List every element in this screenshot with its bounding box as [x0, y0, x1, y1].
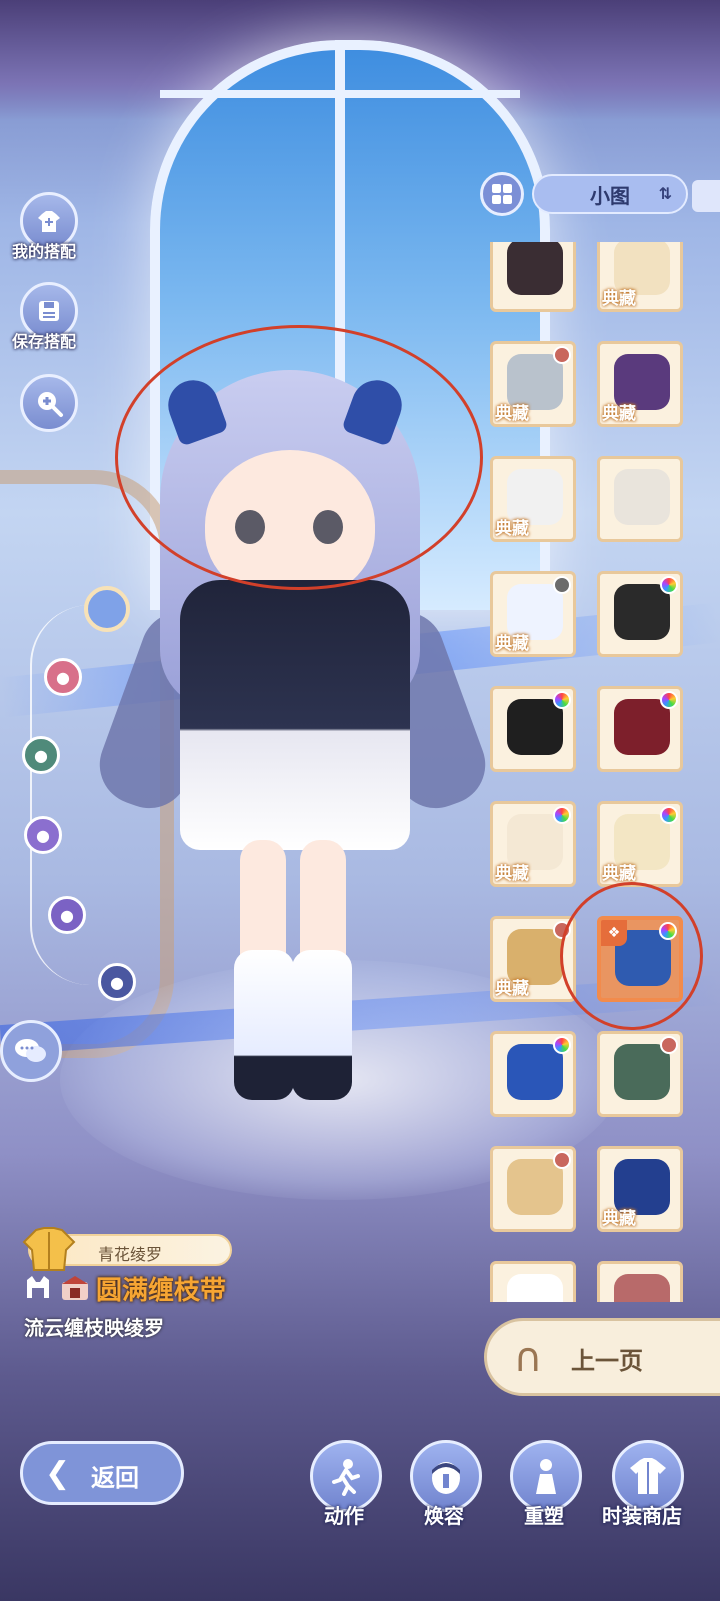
makeover-label: 焕容	[424, 1504, 464, 1528]
reshape-label: 重塑	[524, 1504, 564, 1528]
item-thumbnail	[507, 242, 563, 295]
jacket-icon	[22, 1227, 76, 1271]
color-variant-dot	[553, 346, 571, 364]
view-size-toggle[interactable]: 小图 ⇅	[532, 174, 688, 214]
item-name: 圆满缠枝带	[96, 1276, 227, 1306]
color-variant-dot	[660, 576, 678, 594]
back-arrow-icon: ❮	[45, 1456, 71, 1491]
prev-page-button[interactable]: ∩ 上一页	[484, 1318, 720, 1396]
item-card[interactable]	[490, 1031, 576, 1117]
item-card[interactable]: 典藏	[490, 571, 576, 657]
item-grid: 典藏 典藏 典藏 典藏 典藏 典藏 典藏 典藏 ❖ 典藏	[488, 242, 688, 1302]
view-size-label: 小图	[590, 183, 630, 208]
face-makeover-icon	[432, 1462, 460, 1494]
locked-slot-5[interactable]: ●	[98, 963, 136, 1001]
item-card[interactable]: 典藏	[597, 341, 683, 427]
lock-icon: ●	[110, 972, 124, 992]
item-thumbnail	[614, 1274, 670, 1302]
prev-page-label: 上一页	[571, 1347, 643, 1375]
zoom-button[interactable]	[20, 374, 78, 432]
color-variant-dot	[660, 691, 678, 709]
collection-tag: 典藏	[495, 979, 529, 999]
slot-timeline	[30, 605, 152, 985]
item-card[interactable]: 典藏	[597, 801, 683, 887]
lock-icon: ●	[60, 905, 74, 925]
annotation-circle-selected-item	[560, 882, 703, 1030]
collection-tag: 典藏	[602, 404, 636, 424]
item-card[interactable]	[490, 686, 576, 772]
locked-slot-2[interactable]: ●	[22, 736, 60, 774]
item-thumbnail	[507, 1274, 563, 1302]
locked-slot-4[interactable]: ●	[48, 896, 86, 934]
running-figure-icon	[332, 1459, 360, 1496]
body-figure-icon	[536, 1459, 556, 1494]
collection-tag: 典藏	[495, 634, 529, 654]
item-card[interactable]	[597, 571, 683, 657]
collection-tag: 典藏	[495, 404, 529, 424]
item-thumbnail	[507, 699, 563, 755]
back-button[interactable]: ❮ 返回	[20, 1441, 184, 1505]
action-label: 动作	[324, 1504, 364, 1528]
collection-tag: 典藏	[602, 1209, 636, 1229]
character-outfit	[180, 580, 410, 850]
item-card[interactable]: 典藏	[490, 456, 576, 542]
item-thumbnail	[614, 584, 670, 640]
item-card[interactable]	[597, 1261, 683, 1302]
shirt-icon	[630, 1458, 666, 1494]
lock-icon: ●	[34, 745, 48, 765]
item-card[interactable]	[597, 686, 683, 772]
left-boot	[234, 950, 294, 1100]
zoom-in-icon	[38, 392, 63, 417]
cat-ear-slot-icon	[27, 1276, 49, 1298]
item-card[interactable]: 典藏	[597, 242, 683, 312]
color-variant-dot	[553, 576, 571, 594]
annotation-ellipse-head	[115, 325, 483, 590]
hanger-shirt-icon	[38, 211, 60, 232]
collection-tag: 典藏	[495, 519, 529, 539]
color-variant-dot	[553, 1151, 571, 1169]
item-card[interactable]: 典藏	[490, 341, 576, 427]
item-card[interactable]	[490, 242, 576, 312]
item-card[interactable]: 典藏	[597, 1146, 683, 1232]
window-transom	[160, 90, 520, 98]
chat-button[interactable]	[0, 1020, 62, 1082]
color-variant-dot	[660, 1036, 678, 1054]
save-icon	[39, 301, 59, 321]
locked-slot-1[interactable]: ●	[44, 658, 82, 696]
color-variant-dot	[553, 1036, 571, 1054]
sort-arrows-icon: ⇅	[658, 184, 672, 203]
chat-bubbles-icon	[15, 1039, 46, 1062]
item-thumbnail	[507, 1159, 563, 1215]
fashion-shop-label: 时装商店	[602, 1504, 682, 1528]
locked-slot-3[interactable]: ●	[24, 816, 62, 854]
item-thumbnail	[507, 1044, 563, 1100]
my-outfits-label: 我的搭配	[12, 242, 77, 261]
color-variant-dot	[553, 806, 571, 824]
active-slot-node[interactable]	[84, 586, 130, 632]
save-outfit-label: 保存搭配	[12, 332, 77, 351]
collection-tag: 典藏	[602, 864, 636, 884]
item-thumbnail	[614, 469, 670, 525]
back-label: 返回	[91, 1464, 139, 1492]
item-thumbnail	[614, 699, 670, 755]
lock-icon: ●	[56, 667, 70, 687]
collection-tag: 典藏	[495, 864, 529, 884]
right-boot	[292, 950, 352, 1100]
shop-badge-icon	[62, 1276, 88, 1300]
color-variant-dot	[660, 806, 678, 824]
lock-icon: ●	[36, 825, 50, 845]
item-card[interactable]	[597, 1031, 683, 1117]
item-card[interactable]	[490, 1146, 576, 1232]
item-thumbnail	[614, 1044, 670, 1100]
panel-edge-tab[interactable]	[692, 180, 720, 212]
item-card[interactable]	[597, 456, 683, 542]
cat-ear-arch-icon: ∩	[513, 1335, 543, 1381]
layout-toggle-button[interactable]	[480, 172, 524, 216]
item-card[interactable]	[490, 1261, 576, 1302]
color-variant-dot	[553, 691, 571, 709]
collection-tag: 典藏	[602, 289, 636, 309]
item-description: 流云缠枝映绫罗	[24, 1316, 164, 1340]
grid-icon	[492, 184, 512, 204]
item-card[interactable]: 典藏	[490, 801, 576, 887]
